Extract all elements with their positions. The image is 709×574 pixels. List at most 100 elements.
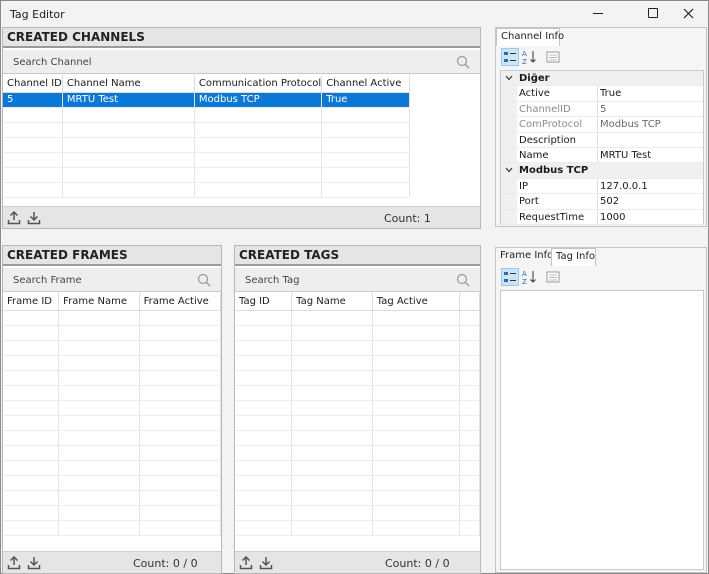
property-name: Name xyxy=(519,150,549,161)
empty-row xyxy=(3,340,222,356)
property-row[interactable]: IP 127.0.0.1 xyxy=(501,178,703,195)
empty-row xyxy=(235,370,480,386)
svg-text:A: A xyxy=(522,270,527,278)
property-category[interactable]: Diğer xyxy=(501,71,703,87)
column-header-frame-id[interactable]: Frame ID xyxy=(3,293,60,311)
empty-row xyxy=(235,475,480,491)
property-value[interactable]: 1000 xyxy=(600,212,625,223)
channels-grid: Channel ID Channel Name Communication Pr… xyxy=(3,75,480,198)
property-value[interactable]: 5 xyxy=(600,104,606,115)
column-header-channel-name[interactable]: Channel Name xyxy=(62,75,195,93)
chevron-down-icon[interactable] xyxy=(505,75,513,81)
column-header-protocol[interactable]: Communication Protocol xyxy=(194,75,323,93)
download-icon[interactable] xyxy=(27,556,41,570)
property-name: ChannelID xyxy=(519,103,571,115)
row-gutter xyxy=(501,209,517,224)
search-icon[interactable] xyxy=(456,273,470,287)
property-value[interactable]: 127.0.0.1 xyxy=(600,181,648,192)
empty-row xyxy=(3,385,222,401)
svg-text:Z: Z xyxy=(522,278,527,285)
sort-alpha-button[interactable]: AZ xyxy=(521,268,539,286)
empty-row xyxy=(3,475,222,491)
chevron-down-icon[interactable] xyxy=(505,167,513,173)
close-button[interactable] xyxy=(668,1,709,27)
sort-alpha-icon: AZ xyxy=(522,270,536,285)
column-header-tag-name[interactable]: Tag Name xyxy=(291,293,373,311)
row-gutter xyxy=(501,86,517,101)
property-row[interactable]: Active True xyxy=(501,86,703,102)
empty-row xyxy=(3,182,411,198)
property-value[interactable]: Modbus TCP xyxy=(600,119,661,130)
tab-channel-info[interactable]: Channel Info xyxy=(496,28,564,46)
tags-grid: Tag ID Tag Name Tag Active xyxy=(235,293,480,536)
upload-icon[interactable] xyxy=(7,211,21,225)
channel-search-input[interactable] xyxy=(3,50,480,74)
empty-row xyxy=(235,415,480,431)
column-separator xyxy=(597,117,598,132)
column-header-filler xyxy=(459,293,480,311)
minimize-button[interactable] xyxy=(577,1,619,27)
tags-header: CREATED TAGS xyxy=(235,246,480,266)
frames-count: Count: 0 / 0 xyxy=(133,557,198,570)
empty-row xyxy=(3,107,411,123)
column-header-tag-id[interactable]: Tag ID xyxy=(235,293,293,311)
categorized-button[interactable] xyxy=(501,268,519,286)
column-header-frame-name[interactable]: Frame Name xyxy=(58,293,140,311)
property-value[interactable]: MRTU Test xyxy=(600,150,651,161)
download-icon[interactable] xyxy=(27,211,41,225)
cell-channel-id[interactable]: 5 xyxy=(3,92,63,108)
property-name: Description xyxy=(519,134,576,146)
tag-search-input[interactable] xyxy=(235,268,480,292)
property-row[interactable]: ComProtocol Modbus TCP xyxy=(501,117,703,133)
empty-row xyxy=(235,355,480,371)
property-row[interactable]: Description xyxy=(501,132,703,148)
property-pages-icon xyxy=(546,51,560,63)
property-row[interactable]: Name MRTU Test xyxy=(501,148,703,164)
property-name: IP xyxy=(519,180,528,192)
property-pages-button[interactable] xyxy=(544,268,562,286)
property-pages-button[interactable] xyxy=(544,48,562,66)
column-separator xyxy=(597,148,598,163)
column-separator xyxy=(597,86,598,101)
property-value[interactable]: 502 xyxy=(600,196,619,207)
tag-search-bar xyxy=(235,268,480,292)
tags-count: Count: 0 / 0 xyxy=(385,557,450,570)
cell-channel-name[interactable]: MRTU Test xyxy=(62,92,195,108)
empty-row xyxy=(235,445,480,461)
tab-frame-info[interactable]: Frame Info xyxy=(496,248,553,266)
empty-row xyxy=(235,430,480,446)
maximize-icon xyxy=(648,8,658,18)
svg-text:Z: Z xyxy=(522,58,527,65)
table-row[interactable]: 5 MRTU Test Modbus TCP True xyxy=(3,92,411,108)
empty-row xyxy=(3,370,222,386)
property-row[interactable]: Port 502 xyxy=(501,194,703,210)
empty-row xyxy=(3,445,222,461)
search-icon[interactable] xyxy=(197,273,211,287)
empty-row xyxy=(3,520,222,536)
column-header-frame-active[interactable]: Frame Active xyxy=(139,293,222,311)
column-header-tag-active[interactable]: Tag Active xyxy=(372,293,461,311)
empty-row xyxy=(235,490,480,506)
sort-alpha-button[interactable]: AZ xyxy=(521,48,539,66)
property-row[interactable]: ChannelID 5 xyxy=(501,101,703,118)
close-icon xyxy=(683,8,694,19)
property-value[interactable]: True xyxy=(600,88,621,99)
cell-protocol[interactable]: Modbus TCP xyxy=(194,92,323,108)
tab-tag-info[interactable]: Tag Info xyxy=(551,248,596,266)
categorized-button[interactable] xyxy=(501,48,519,66)
property-category[interactable]: Modbus TCP xyxy=(501,163,703,179)
frame-search-input[interactable] xyxy=(3,268,221,292)
column-header-channel-id[interactable]: Channel ID xyxy=(3,75,63,93)
title-bar[interactable]: Tag Editor xyxy=(1,1,708,27)
column-header-channel-active[interactable]: Channel Active xyxy=(321,75,411,93)
upload-icon[interactable] xyxy=(239,556,253,570)
empty-row xyxy=(3,152,411,168)
upload-icon[interactable] xyxy=(7,556,21,570)
property-row[interactable]: RequestTime 1000 xyxy=(501,209,703,225)
cell-channel-active[interactable]: True xyxy=(321,92,411,108)
channels-panel: CREATED CHANNELS Channel ID Channel Name… xyxy=(2,27,481,229)
search-icon[interactable] xyxy=(456,55,470,69)
download-icon[interactable] xyxy=(259,556,273,570)
empty-row xyxy=(235,460,480,476)
empty-row xyxy=(3,167,411,183)
